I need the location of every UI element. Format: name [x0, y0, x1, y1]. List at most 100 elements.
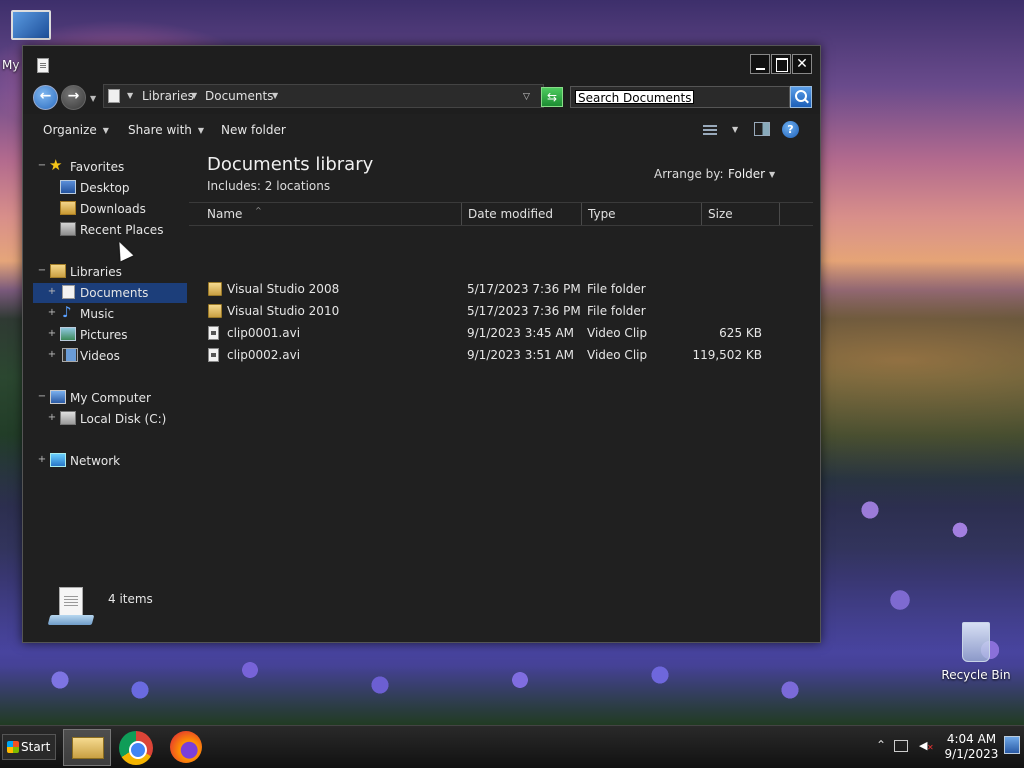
refresh-button[interactable]: ⇆: [541, 87, 563, 107]
table-row[interactable]: Visual Studio 2008 5/17/2023 7:36 PM Fil…: [200, 278, 800, 300]
search-button[interactable]: [790, 86, 812, 108]
show-desktop-icon[interactable]: [1004, 736, 1020, 754]
column-header-type[interactable]: Type: [582, 203, 702, 225]
recent-places-icon: [60, 222, 76, 236]
nav-item-music[interactable]: + ♪ Music: [33, 303, 187, 324]
close-button[interactable]: ✕: [792, 54, 812, 74]
nav-item-label: Pictures: [80, 328, 128, 342]
address-bar[interactable]: ▼ Libraries ▼ Documents ▼ ▽: [103, 84, 544, 108]
file-date: 5/17/2023 7:36 PM: [467, 304, 581, 318]
file-type: Video Clip: [587, 348, 648, 362]
desktop-icon-my-computer[interactable]: My: [0, 10, 62, 72]
chrome-icon[interactable]: [119, 731, 153, 765]
music-icon: ♪: [62, 303, 72, 321]
nav-item-pictures[interactable]: + Pictures: [33, 325, 187, 345]
preview-pane-icon[interactable]: [754, 122, 770, 136]
nav-item-label: Local Disk (C:): [80, 412, 167, 426]
nav-item-local-disk[interactable]: + Local Disk (C:): [33, 409, 187, 429]
expand-icon[interactable]: +: [47, 350, 57, 360]
forward-arrow-icon: →: [67, 88, 80, 104]
column-header-size[interactable]: Size: [702, 203, 780, 225]
collapse-icon[interactable]: −: [37, 266, 47, 276]
desktop-icon-recycle-bin[interactable]: Recycle Bin: [940, 622, 1012, 682]
table-row[interactable]: clip0001.avi 9/1/2023 3:45 AM Video Clip…: [200, 322, 800, 344]
breadcrumb-libraries[interactable]: Libraries: [142, 89, 194, 103]
collapse-icon[interactable]: −: [37, 392, 47, 402]
column-header-label: Size: [708, 207, 733, 221]
address-history-dropdown[interactable]: ▽: [523, 92, 530, 102]
taskbar-explorer-button[interactable]: [63, 729, 111, 766]
nav-item-downloads[interactable]: Downloads: [23, 199, 188, 219]
network-status-icon[interactable]: [894, 740, 908, 752]
breadcrumb-arrow-icon[interactable]: ▼: [127, 91, 133, 100]
help-icon[interactable]: ?: [782, 121, 799, 138]
collapse-icon[interactable]: −: [37, 161, 47, 171]
search-input[interactable]: Search Documents: [575, 90, 695, 105]
forward-button[interactable]: →: [61, 85, 86, 110]
taskbar-clock[interactable]: 4:04 AM 9/1/2023: [944, 732, 999, 762]
nav-item-recent-places[interactable]: Recent Places: [23, 220, 188, 240]
folder-icon: [72, 737, 104, 759]
volume-muted-icon[interactable]: ◀: [919, 739, 934, 753]
view-options-dropdown[interactable]: ▼: [732, 125, 738, 134]
folder-icon: [208, 304, 222, 318]
breadcrumb-arrow-icon[interactable]: ▼: [272, 91, 278, 100]
recent-pages-dropdown[interactable]: ▼: [90, 94, 96, 103]
minimize-button[interactable]: [750, 54, 770, 74]
nav-item-my-computer[interactable]: − My Computer: [23, 388, 188, 408]
nav-item-libraries[interactable]: − Libraries: [23, 262, 188, 282]
nav-item-label: Downloads: [80, 202, 146, 216]
file-name: clip0001.avi: [227, 326, 301, 340]
expand-icon[interactable]: +: [47, 308, 57, 318]
start-button[interactable]: Start: [2, 734, 56, 760]
library-includes-link[interactable]: Includes: 2 locations: [207, 179, 330, 193]
table-row[interactable]: clip0002.avi 9/1/2023 3:51 AM Video Clip…: [200, 344, 800, 366]
nav-item-videos[interactable]: + Videos: [33, 346, 187, 366]
column-header-name[interactable]: Name ^: [200, 203, 462, 225]
table-row[interactable]: Visual Studio 2010 5/17/2023 7:36 PM Fil…: [200, 300, 800, 322]
show-hidden-icons-icon[interactable]: ⌃: [876, 738, 886, 752]
chevron-down-icon: ▼: [197, 126, 205, 135]
clock-date: 9/1/2023: [944, 747, 999, 761]
expand-icon[interactable]: +: [47, 329, 57, 339]
downloads-folder-icon: [60, 201, 76, 215]
expand-icon[interactable]: +: [37, 455, 47, 465]
file-name: clip0002.avi: [227, 348, 301, 362]
back-button[interactable]: ←: [33, 85, 58, 110]
arrange-by-dropdown[interactable]: Folder: [728, 167, 765, 181]
nav-item-documents[interactable]: + Documents: [33, 283, 187, 303]
library-documents-icon: [47, 587, 95, 629]
my-computer-icon: [11, 10, 51, 40]
video-file-icon: [208, 348, 219, 362]
search-box[interactable]: Search Documents: [570, 86, 790, 108]
organize-button[interactable]: Organize ▼: [43, 123, 109, 137]
nav-item-favorites[interactable]: − ★ Favorites: [23, 156, 188, 177]
file-size: 625 KB: [719, 326, 762, 340]
start-label: Start: [21, 740, 51, 754]
new-folder-button[interactable]: New folder: [221, 123, 286, 137]
share-with-button[interactable]: Share with ▼: [128, 123, 204, 137]
desktop-icon: [60, 180, 76, 194]
firefox-icon[interactable]: [170, 731, 202, 763]
library-title: Documents library: [207, 154, 374, 175]
nav-item-label: Network: [70, 454, 121, 468]
breadcrumb-documents[interactable]: Documents: [205, 89, 273, 103]
nav-item-label: Music: [80, 307, 115, 321]
nav-item-desktop[interactable]: Desktop: [23, 178, 188, 198]
expand-icon[interactable]: +: [47, 413, 57, 423]
change-view-icon[interactable]: [703, 125, 719, 137]
nav-item-network[interactable]: + Network: [23, 451, 188, 471]
explorer-window: ✕ ← → ▼ ▼ Libraries ▼ Documents ▼ ▽ ⇆ Se…: [22, 45, 821, 643]
video-file-icon: [208, 326, 219, 340]
folder-icon: [208, 282, 222, 296]
chevron-down-icon[interactable]: ▼: [769, 170, 775, 179]
column-header-date-modified[interactable]: Date modified: [462, 203, 582, 225]
expand-icon[interactable]: +: [47, 287, 57, 297]
desktop-icon-label: My: [2, 58, 20, 72]
breadcrumb-arrow-icon[interactable]: ▼: [191, 91, 197, 100]
recycle-bin-icon: [962, 622, 990, 662]
maximize-button[interactable]: [771, 54, 791, 74]
title-bar[interactable]: ✕: [23, 46, 820, 80]
nav-item-label: Documents: [80, 286, 149, 300]
star-icon: ★: [49, 156, 63, 174]
